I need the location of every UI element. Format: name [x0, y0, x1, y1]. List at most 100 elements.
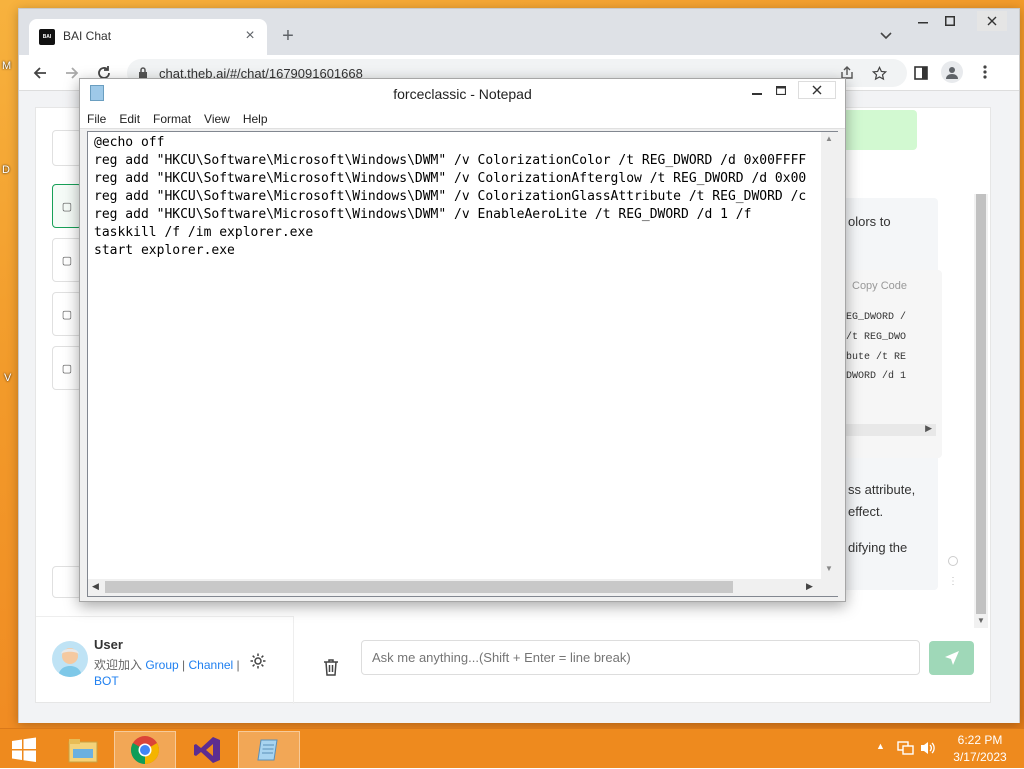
tab-strip: BAI BAI Chat × +	[19, 9, 1019, 55]
text-line: reg add "HKCU\Software\Microsoft\Windows…	[94, 207, 752, 222]
clock-date[interactable]: 3/17/2023	[950, 750, 1010, 764]
menu-edit[interactable]: Edit	[112, 109, 146, 128]
text-line: taskkill /f /im explorer.exe	[94, 225, 314, 240]
user-name: User	[94, 637, 123, 652]
network-icon[interactable]	[896, 739, 916, 757]
message-more-icon[interactable]: ⋮	[948, 576, 958, 587]
menu-file[interactable]: File	[80, 109, 112, 128]
chat-bubble-icon: ▢	[61, 362, 73, 375]
tab-bai-chat[interactable]: BAI BAI Chat ×	[29, 19, 267, 55]
welcome-text: 欢迎加入	[94, 658, 146, 672]
settings-gear-icon[interactable]	[248, 651, 268, 671]
bot-link[interactable]: BOT	[94, 674, 119, 688]
profile-avatar-icon[interactable]	[941, 61, 963, 83]
desktop-icon-label: M	[2, 60, 12, 72]
notepad-minimize-icon[interactable]	[748, 87, 766, 101]
start-button[interactable]	[0, 731, 48, 769]
bai-favicon-icon: BAI	[39, 29, 55, 45]
send-icon	[944, 651, 959, 665]
taskbar: ▲ 6:22 PM 3/17/2023	[0, 728, 1024, 769]
bookmark-star-icon[interactable]	[869, 63, 889, 83]
code-line: DWORD /d 1	[846, 371, 907, 382]
menu-view[interactable]: View	[197, 109, 236, 128]
chat-input[interactable]	[361, 640, 920, 675]
notepad-titlebar[interactable]: forceclassic - Notepad	[80, 79, 845, 109]
tab-search-icon[interactable]	[877, 27, 895, 45]
visual-studio-icon[interactable]	[176, 731, 238, 769]
notepad-menubar: File Edit Format View Help	[80, 109, 845, 129]
text-line: reg add "HKCU\Software\Microsoft\Windows…	[94, 171, 807, 186]
chat-list-item[interactable]: ▢	[52, 292, 82, 336]
maximize-icon[interactable]	[939, 13, 961, 29]
channel-link[interactable]: Channel	[189, 658, 234, 672]
group-link[interactable]: Group	[145, 658, 178, 672]
windows-logo-icon	[12, 737, 36, 762]
chat-scrollbar-thumb[interactable]	[976, 194, 986, 614]
text-line: @echo off	[94, 135, 165, 150]
scroll-left-arrow-icon[interactable]: ◀	[92, 581, 99, 592]
clock-time[interactable]: 6:22 PM	[950, 733, 1010, 747]
code-line: EG_DWORD /	[846, 312, 907, 323]
scroll-right-arrow-icon[interactable]: ▶	[925, 423, 932, 434]
tab-title: BAI Chat	[63, 29, 112, 43]
send-button[interactable]	[929, 641, 974, 675]
close-tab-icon[interactable]: ×	[241, 27, 259, 45]
user-panel: User 欢迎加入 Group | Channel | BOT	[36, 616, 294, 704]
chat-list-item[interactable]	[52, 130, 82, 166]
chat-bubble-icon: ▢	[61, 254, 73, 267]
message-text: olors to	[848, 214, 891, 229]
notepad-window: forceclassic - Notepad File Edit Format …	[79, 78, 846, 602]
chrome-icon[interactable]	[114, 731, 176, 769]
file-explorer-icon[interactable]	[52, 731, 114, 769]
chat-list-item[interactable]: ▢	[52, 238, 82, 282]
notepad-content: @echo off reg add "HKCU\Software\Microso…	[94, 134, 819, 260]
user-links: 欢迎加入 Group | Channel | BOT	[94, 658, 240, 688]
close-window-icon[interactable]	[977, 11, 1007, 31]
resize-grip-icon[interactable]	[821, 579, 838, 596]
minimize-icon[interactable]	[912, 15, 934, 31]
user-avatar	[52, 641, 88, 677]
text-line: start explorer.exe	[94, 243, 235, 258]
back-icon[interactable]	[29, 62, 51, 84]
message-text: difying the	[848, 540, 908, 555]
more-menu-icon[interactable]	[975, 62, 995, 82]
menu-format[interactable]: Format	[146, 109, 197, 128]
text-line: reg add "HKCU\Software\Microsoft\Windows…	[94, 189, 807, 204]
notepad-maximize-icon[interactable]	[772, 83, 790, 97]
notepad-vertical-scrollbar[interactable]: ▲ ▼	[821, 132, 838, 579]
message-status-icon	[948, 556, 958, 566]
volume-icon[interactable]	[918, 739, 938, 757]
chat-scrollbar[interactable]: ▼	[974, 194, 988, 628]
menu-help[interactable]: Help	[236, 109, 274, 128]
chat-bubble-icon: ▢	[61, 308, 73, 321]
desktop-icon-label: D	[2, 164, 10, 176]
text-line: reg add "HKCU\Software\Microsoft\Windows…	[94, 153, 807, 168]
new-tab-icon[interactable]: +	[277, 25, 299, 47]
horizontal-scroll-thumb[interactable]	[105, 581, 733, 593]
show-hidden-icons-icon[interactable]: ▲	[876, 741, 885, 751]
code-horizontal-scrollbar[interactable]: ▶	[846, 423, 936, 436]
notepad-icon[interactable]	[238, 731, 300, 769]
chat-bubble-icon: ▢	[61, 200, 73, 213]
code-line: bute /t RE	[846, 352, 907, 363]
notepad-close-icon[interactable]	[798, 81, 836, 99]
code-block: Copy Code EG_DWORD / /t REG_DWO bute /t …	[846, 270, 942, 458]
trash-icon[interactable]	[320, 656, 342, 678]
scroll-right-arrow-icon[interactable]: ▶	[806, 581, 813, 592]
code-line: /t REG_DWO	[846, 332, 907, 343]
message-text: ss attribute,	[848, 482, 916, 497]
chat-list-item-active[interactable]: ▢	[52, 184, 82, 228]
chat-list-item[interactable]: ▢	[52, 346, 82, 390]
desktop-icon-label: V	[4, 372, 12, 384]
scroll-up-arrow-icon[interactable]: ▲	[825, 134, 833, 143]
notepad-title: forceclassic - Notepad	[393, 86, 532, 102]
side-panel-icon[interactable]	[911, 63, 931, 83]
new-chat-button[interactable]	[52, 566, 82, 598]
user-message-bubble	[842, 110, 917, 150]
scroll-down-arrow-icon[interactable]: ▼	[825, 564, 833, 573]
notepad-horizontal-scrollbar[interactable]: ◀ ▶	[88, 579, 821, 596]
scroll-down-arrow-icon[interactable]: ▼	[977, 616, 985, 625]
message-text: effect.	[848, 504, 884, 519]
copy-code-button[interactable]: Copy Code	[852, 280, 907, 292]
notepad-text-area[interactable]: @echo off reg add "HKCU\Software\Microso…	[87, 131, 838, 597]
